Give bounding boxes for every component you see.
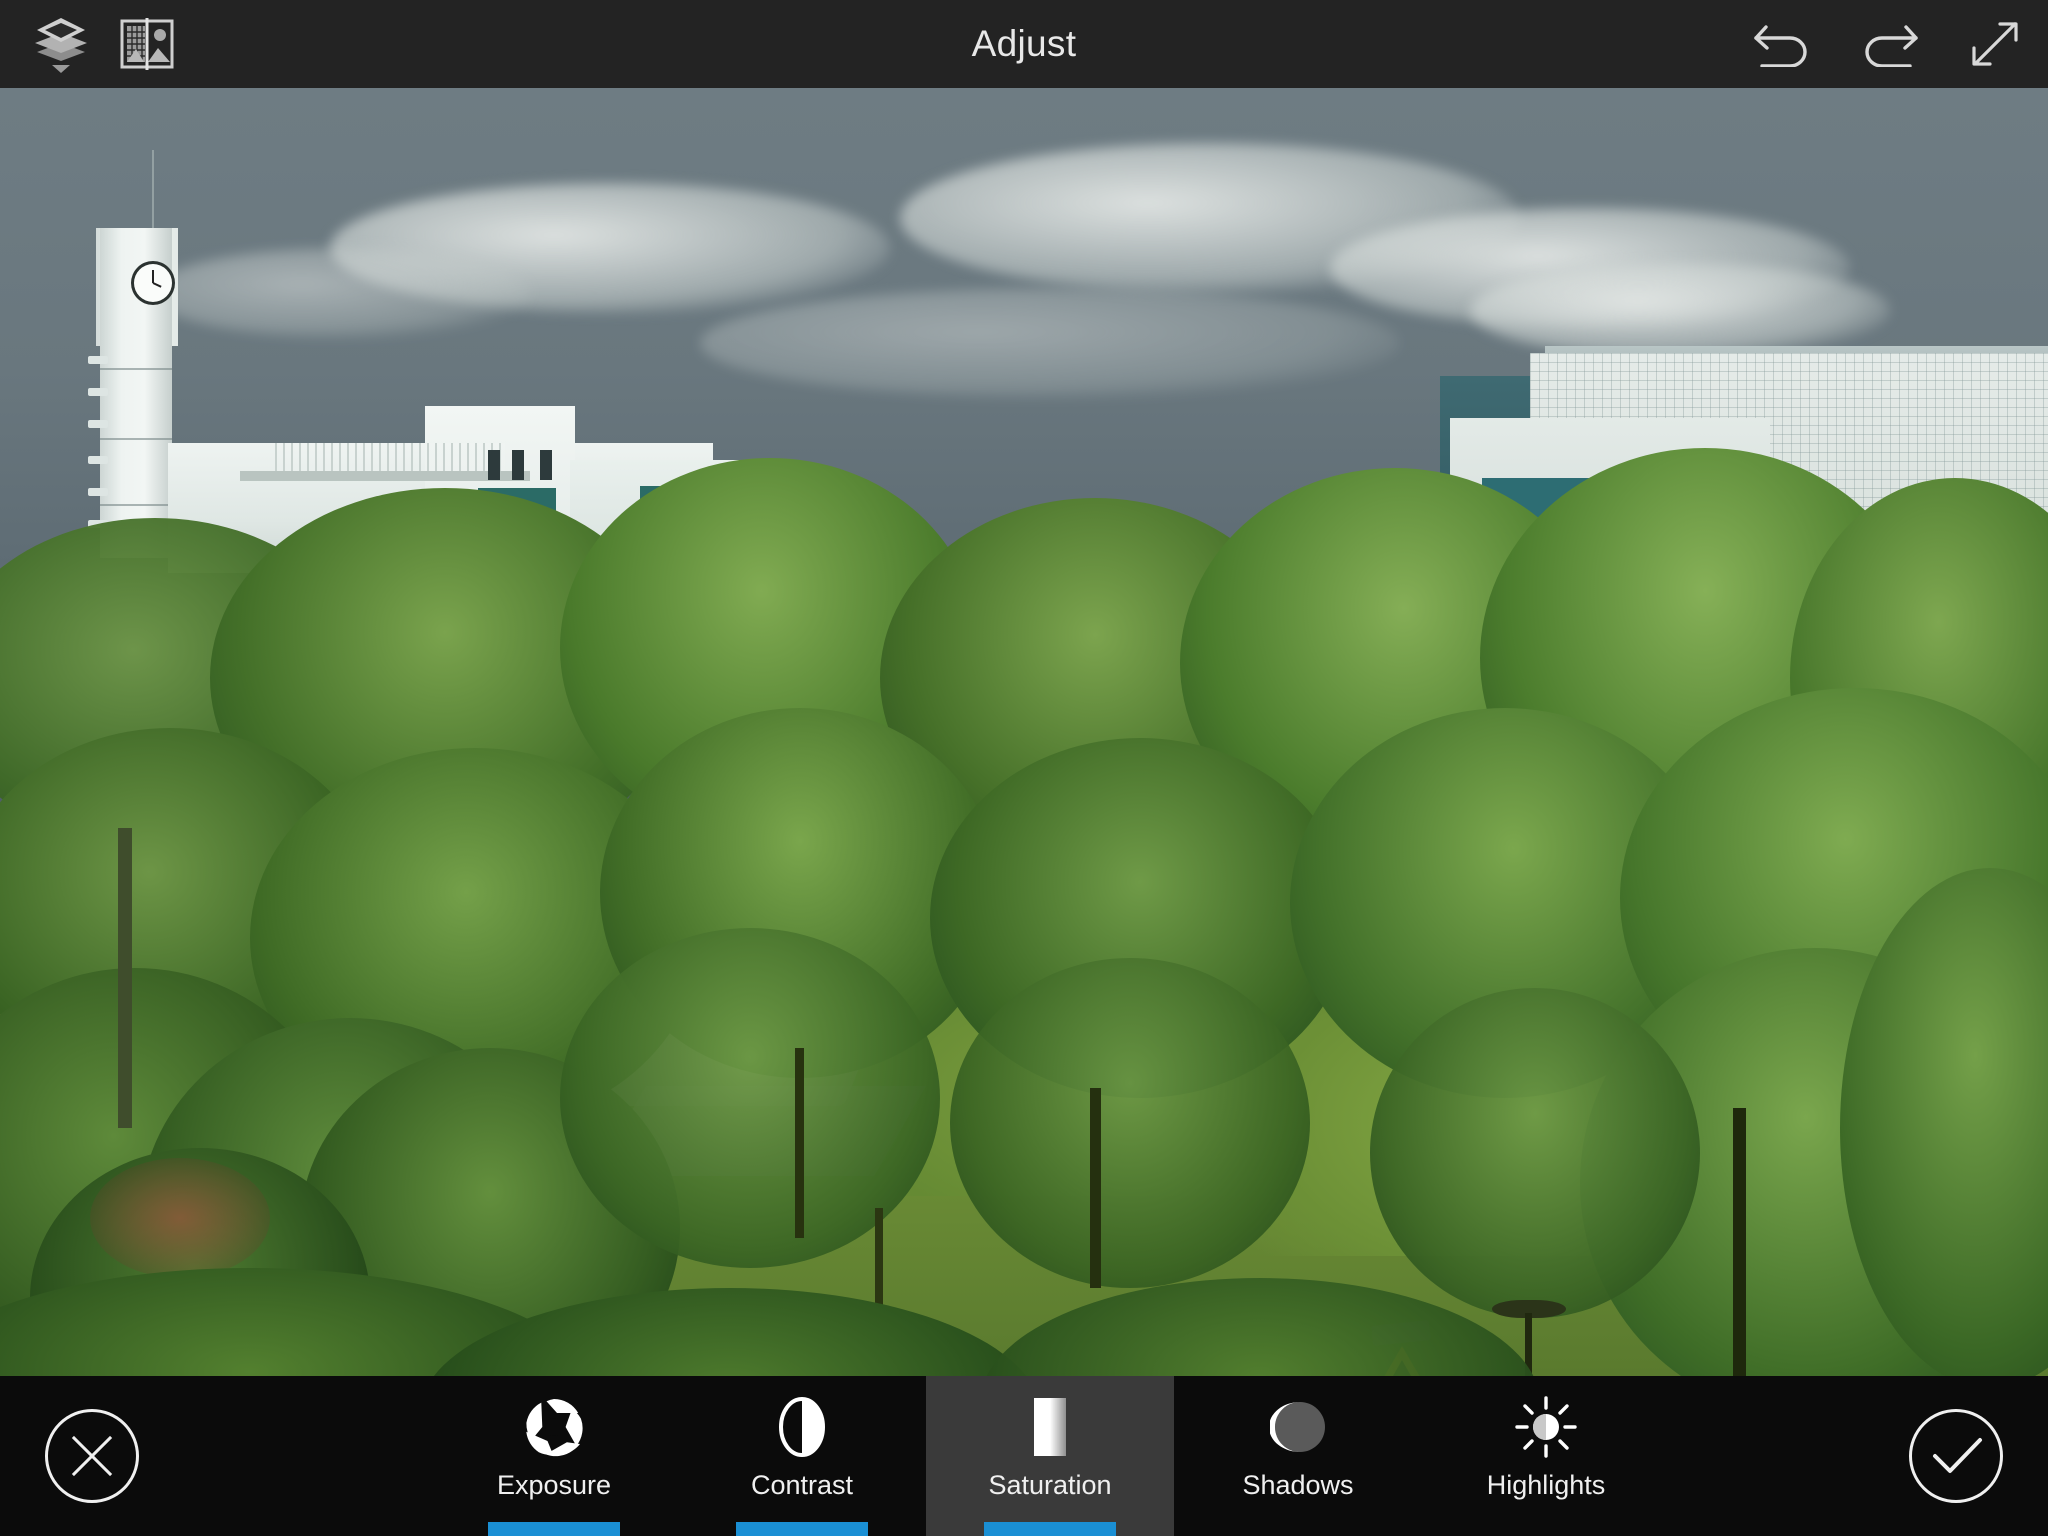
bottom-toolbar: Exposure Contrast Saturation Shadows Hig… <box>0 1376 2048 1536</box>
saturation-icon <box>1024 1396 1076 1458</box>
top-toolbar: Adjust <box>0 0 2048 88</box>
tool-indicator-bar <box>488 1522 620 1536</box>
tool-contrast[interactable]: Contrast <box>678 1376 926 1536</box>
aperture-icon <box>524 1396 584 1458</box>
tool-label: Contrast <box>750 1470 854 1500</box>
photo-editor-app: Adjust Exposure Contrast Saturation Shad… <box>0 0 2048 1536</box>
accept-button[interactable] <box>1909 1409 2003 1503</box>
tree-canopy <box>0 88 2048 1376</box>
before-after-icon[interactable] <box>118 16 176 72</box>
photo-canvas[interactable] <box>0 88 2048 1376</box>
expand-icon[interactable] <box>1970 20 2020 68</box>
adjustment-tools: Exposure Contrast Saturation Shadows Hig… <box>430 1376 1670 1536</box>
tool-label: Shadows <box>1242 1470 1354 1500</box>
layers-icon[interactable] <box>30 13 92 75</box>
tool-label: Highlights <box>1486 1470 1606 1500</box>
contrast-icon <box>777 1396 827 1458</box>
sun-icon <box>1515 1396 1577 1458</box>
tool-shadows[interactable]: Shadows <box>1174 1376 1422 1536</box>
chevron-down-icon[interactable] <box>52 65 70 73</box>
tool-indicator-bar <box>736 1522 868 1536</box>
topbar-right-group <box>1750 0 2020 88</box>
tool-label: Exposure <box>496 1470 612 1500</box>
undo-icon[interactable] <box>1750 21 1812 67</box>
topbar-left-group <box>30 0 176 88</box>
moon-icon <box>1270 1396 1326 1458</box>
tool-indicator-bar <box>984 1522 1116 1536</box>
cancel-button[interactable] <box>45 1409 139 1503</box>
redo-icon[interactable] <box>1860 21 1922 67</box>
tool-highlights[interactable]: Highlights <box>1422 1376 1670 1536</box>
tool-saturation[interactable]: Saturation <box>926 1376 1174 1536</box>
tool-exposure[interactable]: Exposure <box>430 1376 678 1536</box>
tool-label: Saturation <box>988 1470 1112 1500</box>
page-title: Adjust <box>971 23 1077 64</box>
